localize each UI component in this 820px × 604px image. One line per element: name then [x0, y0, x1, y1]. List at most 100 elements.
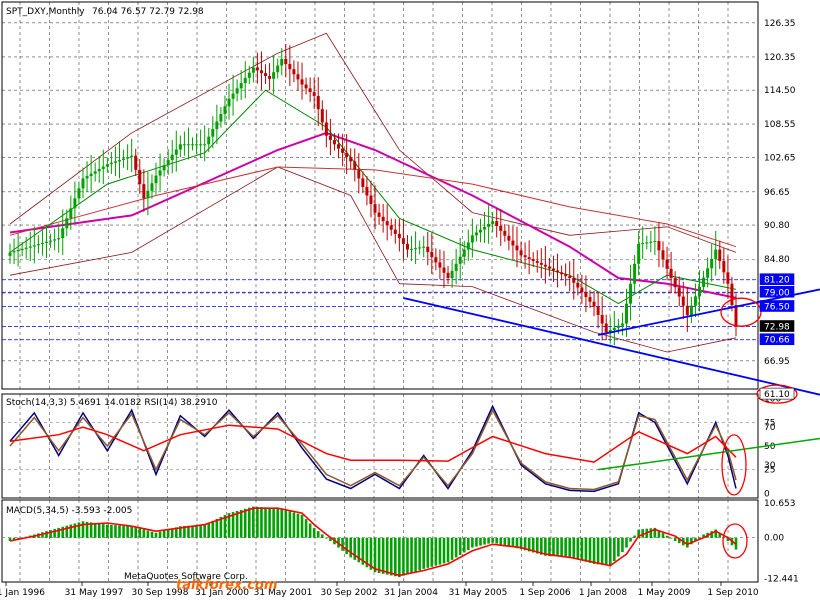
candle-body — [89, 173, 93, 177]
macd-histogram-bar — [142, 529, 146, 538]
candle-body — [332, 140, 336, 145]
price-tick-label: 120.35 — [764, 53, 796, 63]
macd-histogram-bar — [373, 537, 377, 573]
candle-body — [345, 152, 349, 158]
macd-histogram-bar — [243, 508, 247, 538]
price-tick-label: 114.50 — [764, 86, 796, 96]
macd-histogram-bar — [661, 533, 665, 538]
macd-histogram-bar — [146, 530, 150, 538]
watermark-text: talkforex.com — [176, 578, 277, 593]
macd-histogram-bar — [588, 537, 592, 563]
macd-histogram-bar — [604, 537, 608, 566]
macd-histogram-bar — [377, 537, 381, 573]
candle-body — [349, 157, 353, 162]
macd-histogram-bar — [126, 525, 129, 538]
moving-average-line — [9, 166, 737, 248]
candle-body — [706, 268, 710, 278]
candle-body — [195, 144, 199, 146]
candle-body — [422, 246, 426, 248]
macd-histogram-bar — [252, 506, 255, 538]
candle-body — [576, 282, 580, 288]
candle-body — [158, 170, 162, 176]
stoch-trendline — [597, 437, 820, 471]
candle-body — [36, 244, 40, 246]
macd-histogram-bar — [665, 535, 669, 538]
candle-body — [734, 305, 738, 327]
candle-body — [138, 169, 142, 185]
candle-body — [377, 212, 381, 217]
macd-histogram-bar — [479, 537, 482, 546]
candle-body — [288, 64, 292, 70]
macd-histogram-bar — [406, 537, 409, 575]
candle-body — [653, 241, 657, 243]
candle-body — [564, 274, 568, 277]
candle-body — [397, 233, 401, 239]
candle-body — [491, 221, 495, 224]
macd-histogram-bar — [268, 507, 271, 538]
macd-histogram-bar — [207, 522, 211, 538]
date-label: 31 May 2005 — [449, 588, 508, 598]
macd-histogram-bar — [264, 507, 267, 538]
macd-histogram-bar — [235, 510, 239, 538]
moving-average-line — [9, 89, 737, 305]
candle-body — [341, 148, 345, 153]
candle-body — [584, 292, 588, 297]
macd-histogram-bar — [138, 528, 142, 538]
date-label: 1 Sep 2010 — [707, 588, 759, 598]
candle-body — [478, 229, 482, 233]
date-label: 1 Jan 2008 — [579, 588, 627, 598]
candle-body — [337, 144, 341, 149]
price-tag-label: 81.20 — [764, 276, 790, 286]
macd-histogram-bar — [260, 507, 263, 538]
candle-body — [320, 109, 324, 123]
price-axis: 126.35 120.35 114.50 108.55 102.65 96.65 90.80… — [759, 19, 796, 400]
candle-body — [547, 266, 551, 269]
candle-body — [308, 88, 312, 93]
macd-histogram-bar — [215, 518, 219, 538]
macd-histogram-bar — [600, 537, 604, 565]
candle-body — [657, 241, 661, 251]
macd-histogram-bar — [114, 525, 117, 538]
price-pane-frame — [1, 1, 759, 390]
macd-histogram-bar — [239, 509, 243, 538]
candle-body — [284, 58, 288, 65]
candle-body — [718, 249, 722, 261]
candle-body — [361, 178, 365, 187]
macd-histogram-bar — [471, 537, 474, 548]
macd-histogram-bar — [195, 525, 198, 538]
candle-body — [272, 72, 276, 79]
macd-histogram-bar — [118, 525, 121, 538]
candle-body — [442, 267, 446, 273]
candle-body — [259, 70, 263, 74]
macd-histogram-bar — [101, 524, 105, 538]
candle-body — [113, 161, 117, 163]
candle-body — [580, 287, 584, 293]
candle-body — [430, 251, 434, 258]
candle-body — [243, 77, 247, 84]
candle-body — [726, 272, 730, 284]
chart-canvas[interactable]: 10075705030250 10.6530.00-12.441 126.351… — [0, 0, 820, 600]
candle-body — [551, 268, 555, 271]
candle-body — [93, 171, 97, 174]
candle-body — [203, 144, 207, 146]
candle-body — [499, 225, 503, 231]
candle-body — [69, 208, 73, 219]
candle-body — [199, 144, 203, 146]
macd-histogram-bar — [450, 537, 454, 560]
stoch-series-line — [9, 408, 737, 491]
candle-body — [515, 245, 519, 251]
candle-body — [450, 270, 454, 279]
candle-body — [466, 242, 470, 250]
macd-histogram-bar — [503, 537, 507, 546]
candle-body — [588, 296, 592, 302]
price-pane — [2, 32, 820, 404]
candle-body — [65, 218, 69, 229]
candle-body — [539, 262, 543, 265]
candle-body — [637, 243, 641, 264]
macd-histogram-bar — [130, 526, 133, 538]
candle-body — [365, 186, 369, 196]
candle-body — [681, 296, 685, 306]
chart-ohlc-label: 76.04 76.57 72.79 72.98 — [92, 7, 204, 17]
candle-body — [97, 168, 101, 172]
candle-body — [503, 230, 507, 236]
